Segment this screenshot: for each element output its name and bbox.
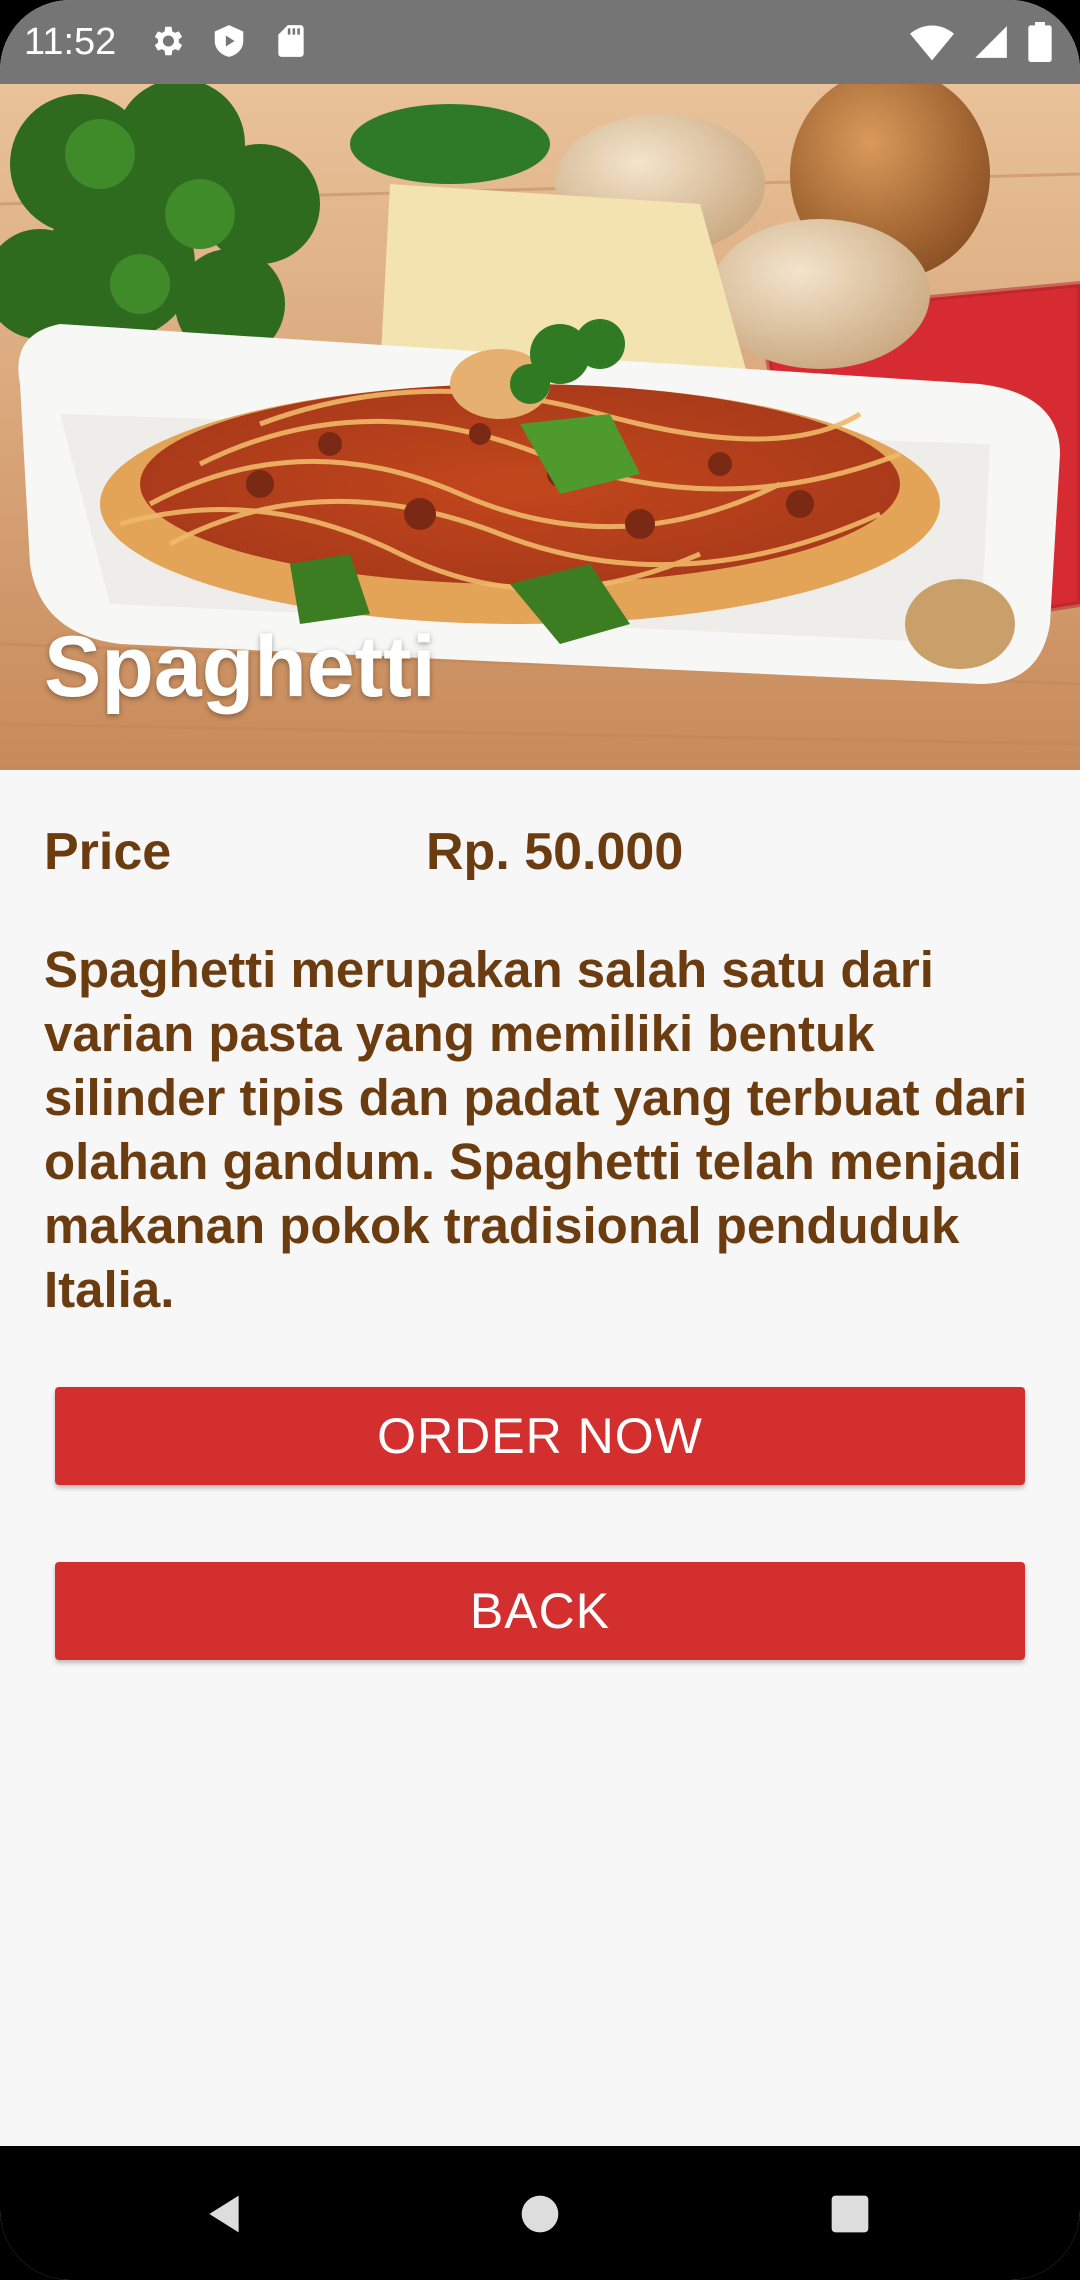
hero-image: Spaghetti (0, 84, 1080, 770)
dish-description: Spaghetti merupakan salah satu dari vari… (44, 941, 1028, 1318)
play-store-icon (210, 22, 248, 60)
status-time: 11:52 (24, 21, 117, 63)
signal-icon (972, 23, 1010, 66)
status-bar: 11:52 (0, 0, 1080, 84)
wifi-icon (910, 23, 954, 66)
app-screen: 11:52 Spaghetti Price Rp. 50.000 Spaghet… (0, 0, 1080, 2280)
order-now-button[interactable]: ORDER NOW (55, 1387, 1025, 1485)
price-row: Price Rp. 50.000 (44, 822, 1024, 882)
back-icon[interactable] (184, 2174, 264, 2254)
sd-card-icon (272, 22, 310, 60)
back-button[interactable]: BACK (55, 1562, 1025, 1660)
battery-icon (1028, 22, 1052, 67)
dish-title: Spaghetti (44, 619, 436, 715)
home-icon[interactable] (500, 2174, 580, 2254)
gear-icon (148, 22, 186, 60)
status-right-icons (910, 22, 1052, 67)
recents-icon[interactable] (810, 2174, 890, 2254)
price-value: Rp. 50.000 (426, 823, 684, 881)
price-label: Price (44, 823, 172, 881)
navigation-bar (0, 2146, 1080, 2280)
